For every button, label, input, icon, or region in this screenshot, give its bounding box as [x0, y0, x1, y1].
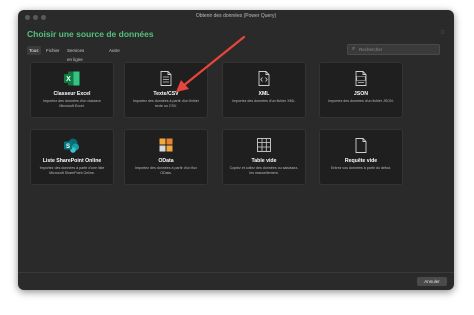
- card-title: Classeur Excel: [53, 91, 91, 97]
- card-description: Importez des données d'un fichier JSON.: [328, 99, 394, 103]
- help-icon[interactable]: ◌: [439, 29, 446, 36]
- window-title: Obtenir des données (Power Query): [195, 13, 277, 19]
- dialog-window: Obtenir des données (Power Query) Choisi…: [18, 10, 454, 290]
- tab-tous[interactable]: Tous: [27, 46, 41, 55]
- odata-icon: [159, 138, 173, 157]
- card-title: Liste SharePoint Online: [42, 158, 102, 164]
- blank-query-icon: [355, 138, 367, 158]
- search-placeholder: Rechercher: [359, 47, 383, 52]
- title-bar: Obtenir des données (Power Query): [18, 10, 454, 26]
- card-description: Entrez vos données à partir du début.: [331, 166, 391, 170]
- svg-text:S: S: [66, 144, 70, 150]
- card-description: Importez des données à partir d'une list…: [39, 166, 105, 175]
- svg-text:X: X: [66, 76, 71, 83]
- card-description: Importez des données d'un fichier XML.: [232, 99, 296, 103]
- card-title: XML: [258, 91, 270, 97]
- card-description: Importez des données à partir d'un fichi…: [132, 99, 199, 108]
- json-file-icon: [355, 71, 367, 91]
- search-icon: ⌕: [352, 46, 356, 52]
- xml-file-icon: [258, 71, 270, 91]
- source-card-json[interactable]: JSON Importez des données d'un fichier J…: [319, 62, 403, 118]
- card-description: Copiez et collez des données ou saisisse…: [229, 166, 299, 175]
- table-icon: [257, 138, 271, 157]
- tab-autre[interactable]: Autre: [107, 46, 122, 55]
- card-title: Requête vide: [344, 158, 378, 164]
- sharepoint-icon: S: [64, 138, 80, 158]
- card-title: OData: [158, 158, 174, 164]
- source-card-blank-table[interactable]: Table vide Copiez et collez des données …: [222, 129, 306, 185]
- footer-divider: [18, 272, 454, 273]
- cancel-button[interactable]: Annuler: [417, 277, 447, 286]
- source-card-odata[interactable]: OData Importez des données à partir d'un…: [124, 129, 208, 185]
- card-title: Texte/CSV: [153, 91, 179, 97]
- page-title: Choisir une source de données: [27, 29, 154, 39]
- text-file-icon: [160, 71, 172, 91]
- source-card-sharepoint[interactable]: S Liste SharePoint Online Importez des d…: [30, 129, 114, 185]
- source-card-text-csv[interactable]: Texte/CSV Importez des données à partir …: [124, 62, 208, 118]
- card-description: Importez des données d'un classeur Micro…: [43, 99, 101, 108]
- source-card-xml[interactable]: XML Importez des données d'un fichier XM…: [222, 62, 306, 118]
- search-input[interactable]: ⌕ Rechercher: [347, 44, 440, 55]
- card-title: Table vide: [251, 158, 277, 164]
- excel-icon: X: [64, 71, 80, 91]
- tab-fichier[interactable]: Fichier: [44, 46, 62, 55]
- source-card-blank-query[interactable]: Requête vide Entrez vos données à partir…: [319, 129, 403, 185]
- source-card-excel[interactable]: X Classeur Excel Importez des données d'…: [30, 62, 114, 118]
- card-title: JSON: [353, 91, 369, 97]
- card-description: Importez des données à partir d'un flux …: [134, 166, 197, 175]
